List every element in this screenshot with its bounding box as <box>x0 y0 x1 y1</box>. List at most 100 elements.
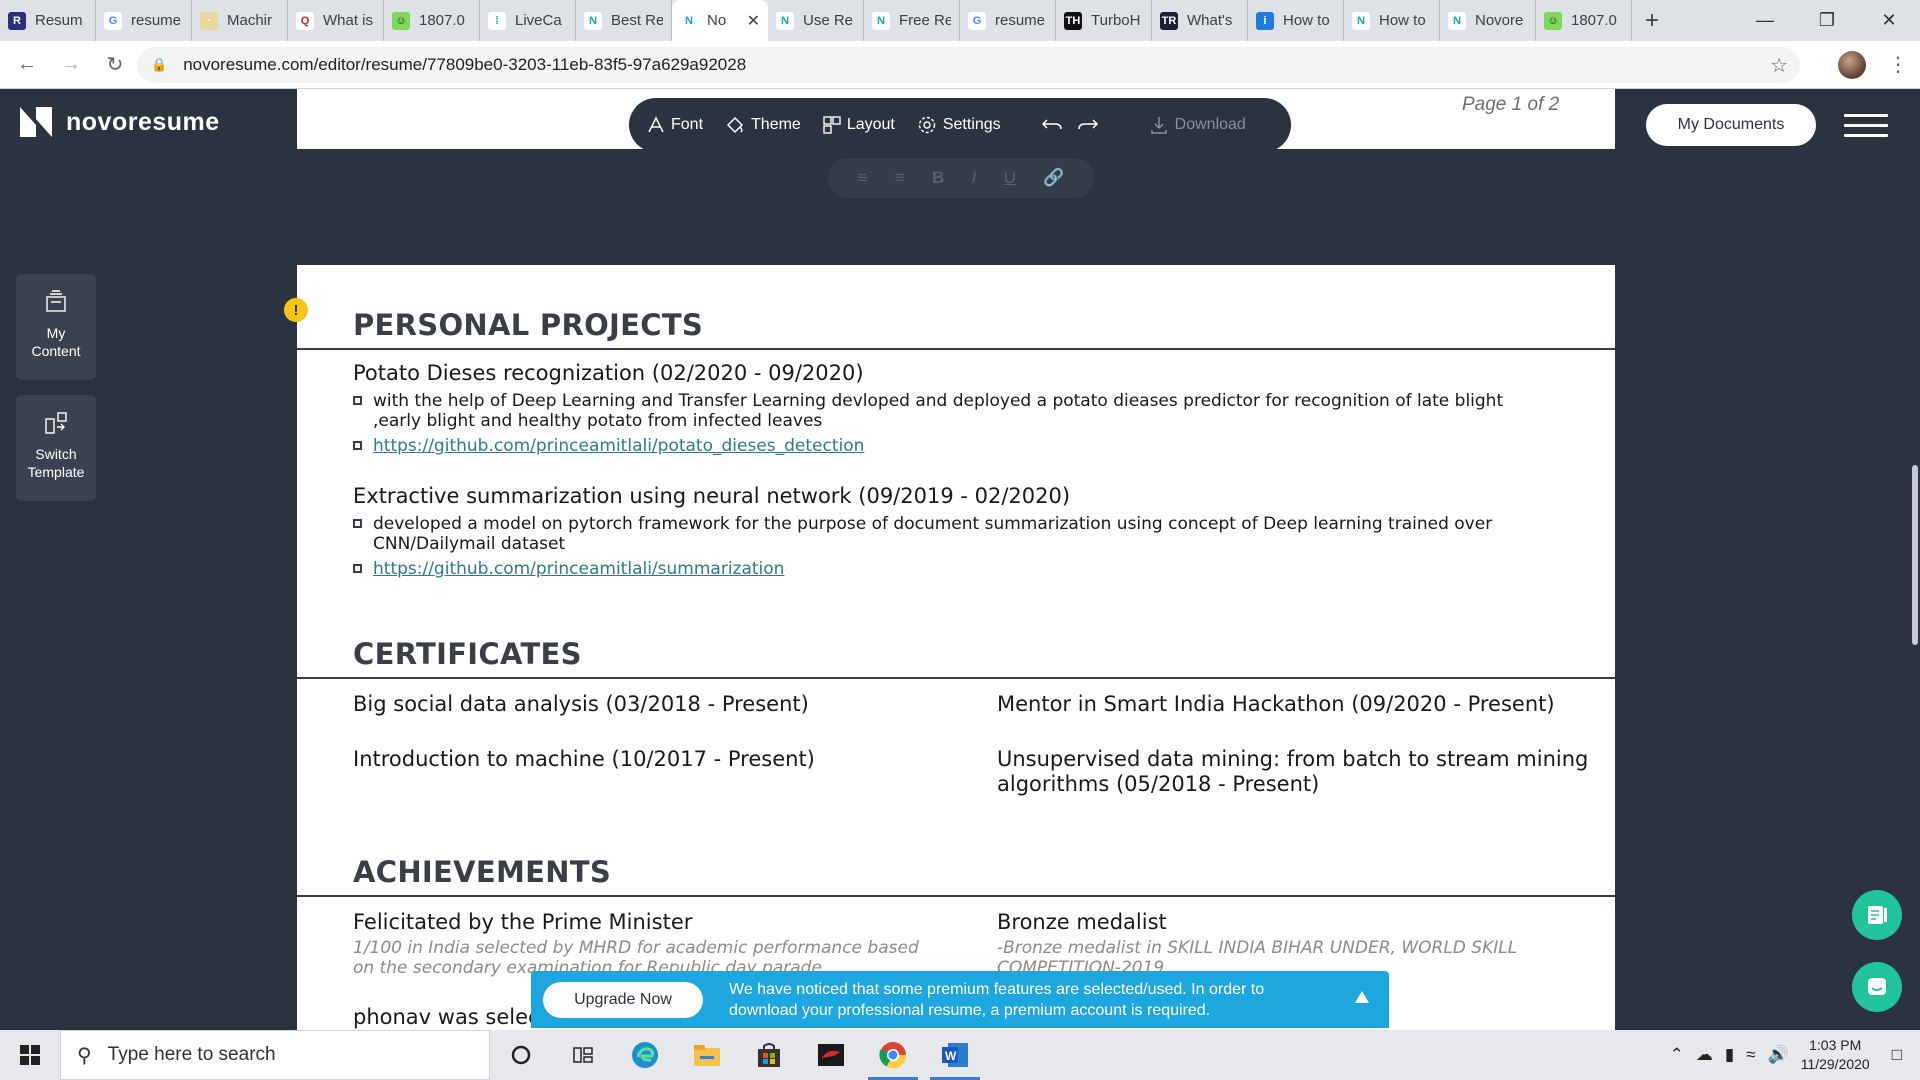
align-left-icon[interactable]: ≡ <box>858 168 868 188</box>
url-field[interactable]: 🔒 novoresume.com/editor/resume/77809be0-… <box>137 47 1800 83</box>
onedrive-icon[interactable]: ☁ <box>1696 1045 1713 1065</box>
taskbar-search-input[interactable]: ⚲ Type here to search <box>60 1030 490 1080</box>
section-title-projects[interactable]: PERSONAL PROJECTS <box>353 308 703 342</box>
browser-tab[interactable]: N No ✕ <box>672 0 768 41</box>
redo-icon[interactable] <box>1077 117 1099 133</box>
project-link[interactable]: https://github.com/princeamitlali/summar… <box>373 559 784 579</box>
tab-label: No <box>707 12 727 29</box>
store-icon[interactable] <box>738 1030 800 1080</box>
battery-icon[interactable]: ▮ <box>1725 1045 1734 1065</box>
bullet-square-icon <box>353 396 362 405</box>
project-bullet[interactable]: developed a model on pytorch framework f… <box>353 514 1553 554</box>
certificate-item[interactable]: Big social data analysis (03/2018 - Pres… <box>353 692 809 717</box>
novoresume-logo[interactable]: novoresume <box>18 105 220 139</box>
reload-button[interactable]: ↻ <box>98 48 132 82</box>
close-tab-icon[interactable]: ✕ <box>747 11 760 31</box>
layout-button[interactable]: Layout <box>823 116 895 134</box>
align-justify-icon[interactable]: ≡ <box>895 168 905 188</box>
font-button[interactable]: Font <box>647 116 703 134</box>
minimize-button[interactable]: — <box>1734 0 1796 41</box>
resume-tips-button[interactable] <box>1852 890 1902 940</box>
tab-favicon-icon: G <box>104 11 122 30</box>
my-documents-button[interactable]: My Documents <box>1646 104 1816 146</box>
certificate-item[interactable]: Introduction to machine (10/2017 - Prese… <box>353 747 815 772</box>
underline-icon[interactable]: U <box>1004 168 1016 188</box>
browser-tab[interactable]: Gresume <box>96 0 192 41</box>
browser-tab[interactable]: TR What's <box>1152 0 1248 41</box>
forward-button[interactable]: → <box>54 48 88 82</box>
chevron-up-icon[interactable]: ⌃ <box>1670 1045 1684 1065</box>
volume-icon[interactable]: 🔊 <box>1768 1045 1789 1065</box>
notification-center-icon[interactable]: □ <box>1892 1045 1902 1065</box>
browser-tab[interactable]: R Resum <box>0 0 96 41</box>
tab-label: Resum <box>35 12 83 29</box>
browser-tab[interactable]: N Best Re <box>576 0 672 41</box>
bold-icon[interactable]: B <box>932 168 944 188</box>
edge-icon[interactable] <box>614 1030 676 1080</box>
browser-menu-icon[interactable]: ⋮ <box>1888 52 1908 77</box>
section-title-certificates[interactable]: CERTIFICATES <box>353 637 582 671</box>
browser-tab[interactable]: Gresume <box>960 0 1056 41</box>
section-title-achievements[interactable]: ACHIEVEMENTS <box>353 855 611 889</box>
project-bullet[interactable]: with the help of Deep Learning and Trans… <box>353 391 1553 431</box>
bullet-text: with the help of Deep Learning and Trans… <box>373 391 1504 431</box>
certificate-item[interactable]: Unsupervised data mining: from batch to … <box>997 747 1588 797</box>
address-bar: ← → ↻ 🔒 novoresume.com/editor/resume/778… <box>0 41 1920 89</box>
italic-icon[interactable]: I <box>972 168 977 188</box>
tab-label: Use Re <box>803 12 854 29</box>
close-window-button[interactable]: ✕ <box>1858 0 1920 41</box>
achievement-title[interactable]: Felicitated by the Prime Minister <box>353 910 692 935</box>
settings-button[interactable]: Settings <box>917 115 1001 135</box>
achievement-title[interactable]: Bronze medalist <box>997 910 1167 935</box>
project-link-bullet[interactable]: https://github.com/princeamitlali/potato… <box>353 436 1553 456</box>
theme-button[interactable]: Theme <box>725 116 801 134</box>
browser-tab[interactable]: ⁞ LiveCa <box>480 0 576 41</box>
project-link[interactable]: https://github.com/princeamitlali/potato… <box>373 436 864 456</box>
new-tab-button[interactable]: + <box>1632 0 1672 41</box>
cortana-icon[interactable] <box>490 1030 552 1080</box>
chat-support-button[interactable] <box>1852 962 1902 1012</box>
browser-tab[interactable]: N How to <box>1344 0 1440 41</box>
link-icon[interactable]: 🔗 <box>1043 168 1064 188</box>
bookmark-star-icon[interactable]: ☆ <box>1770 53 1788 78</box>
project-title[interactable]: Potato Dieses recognization (02/2020 - 0… <box>353 361 864 385</box>
download-button[interactable]: Download <box>1149 115 1246 135</box>
game-app-icon[interactable] <box>800 1030 862 1080</box>
browser-tab[interactable]: N Use Re <box>768 0 864 41</box>
undo-icon[interactable] <box>1041 117 1063 133</box>
my-content-button[interactable]: My Content <box>16 274 96 380</box>
switch-template-icon <box>45 412 67 434</box>
wifi-icon[interactable]: ≈ <box>1746 1045 1755 1065</box>
system-clock[interactable]: 1:03 PM 11/29/2020 <box>1801 1036 1870 1074</box>
browser-tab[interactable]: · Machir <box>192 0 288 41</box>
browser-tab[interactable]: i How to <box>1248 0 1344 41</box>
page-scrollbar[interactable] <box>1912 465 1918 645</box>
word-icon[interactable]: W <box>924 1030 986 1080</box>
windows-start-icon[interactable] <box>0 1030 60 1080</box>
profile-avatar[interactable] <box>1838 51 1866 79</box>
hamburger-menu-icon[interactable] <box>1844 114 1888 144</box>
task-view-icon[interactable] <box>552 1030 614 1080</box>
certificate-item[interactable]: Mentor in Smart India Hackathon (09/2020… <box>997 692 1555 717</box>
upgrade-now-button[interactable]: Upgrade Now <box>543 981 703 1018</box>
tab-favicon-icon: R <box>8 11 26 30</box>
warning-icon[interactable]: ! <box>284 298 308 322</box>
chrome-icon[interactable] <box>862 1030 924 1080</box>
browser-tab[interactable]: ☺ 1807.0 <box>1536 0 1632 41</box>
window-controls: — ❐ ✕ <box>1734 0 1920 41</box>
project-link-bullet[interactable]: https://github.com/princeamitlali/summar… <box>353 559 1553 579</box>
collapse-banner-icon[interactable] <box>1355 991 1369 1003</box>
page-indicator: Page 1 of 2 <box>1462 94 1560 115</box>
browser-tab[interactable]: N Novore <box>1440 0 1536 41</box>
restore-button[interactable]: ❐ <box>1796 0 1858 41</box>
file-explorer-icon[interactable] <box>676 1030 738 1080</box>
switch-template-button[interactable]: Switch Template <box>16 395 96 501</box>
browser-tab[interactable]: Q What is <box>288 0 384 41</box>
download-label: Download <box>1174 116 1246 133</box>
browser-tab[interactable]: TH TurboH <box>1056 0 1152 41</box>
back-button[interactable]: ← <box>10 48 44 82</box>
project-title[interactable]: Extractive summarization using neural ne… <box>353 484 1070 508</box>
browser-tab[interactable]: ☺ 1807.0 <box>384 0 480 41</box>
browser-tab[interactable]: N Free Re <box>864 0 960 41</box>
achievement-title[interactable]: phonav was selec <box>353 1005 540 1030</box>
